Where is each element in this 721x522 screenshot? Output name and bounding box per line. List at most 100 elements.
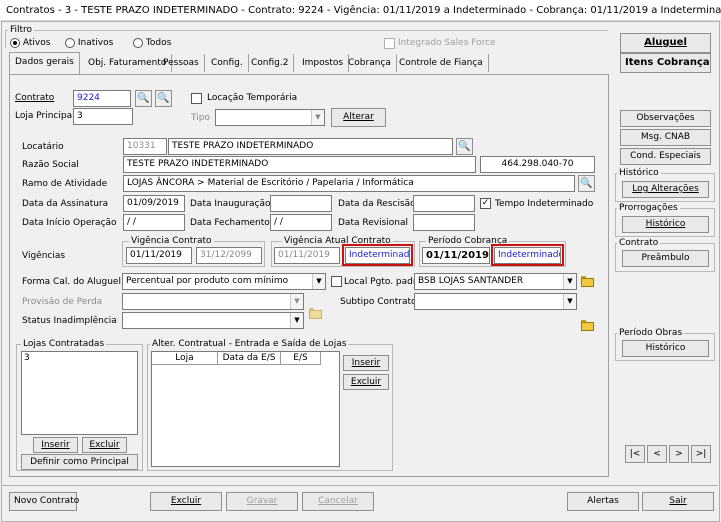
folder-icon[interactable] bbox=[308, 307, 322, 319]
observacoes-button[interactable]: Observações bbox=[620, 110, 711, 127]
lojas-contratadas-title: Lojas Contratadas bbox=[21, 338, 107, 350]
periodo-obras-historico-button[interactable]: Histórico bbox=[622, 340, 709, 357]
radio-inativos[interactable]: Inativos bbox=[65, 36, 113, 50]
radio-todos-indicator[interactable] bbox=[133, 37, 143, 48]
local-pgto-checkbox[interactable] bbox=[331, 276, 342, 287]
tipo-label: Tipo bbox=[191, 113, 210, 123]
loja-principal-input[interactable]: 3 bbox=[73, 108, 133, 125]
ramo-atividade-input[interactable]: LOJAS ÂNCORA > Material de Escritório / … bbox=[123, 175, 575, 192]
integrado-sales-force-checkbox[interactable] bbox=[384, 38, 395, 49]
locacao-temporaria-checkbox[interactable] bbox=[191, 93, 202, 104]
excluir-button[interactable]: Excluir bbox=[150, 492, 222, 511]
historico-group-title: Histórico bbox=[617, 167, 661, 179]
data-fechamento-label: Data Fechamento bbox=[190, 218, 270, 228]
last-record-icon: >| bbox=[695, 449, 707, 459]
locacao-temporaria-label: Locação Temporária bbox=[207, 93, 298, 103]
subtipo-contrato-select[interactable]: ▼ bbox=[414, 293, 577, 310]
lojas-contratadas-list[interactable]: 3 bbox=[21, 351, 138, 435]
tab-cobranca[interactable]: Cobrança bbox=[343, 54, 397, 72]
novo-contrato-button[interactable]: Novo Contrato bbox=[9, 492, 79, 511]
column-header-data-es[interactable]: Data da E/S bbox=[218, 352, 281, 365]
folder-icon[interactable] bbox=[580, 275, 594, 287]
vigencias-label: Vigências bbox=[22, 251, 66, 261]
excluir-loja-button[interactable]: Excluir bbox=[82, 437, 127, 453]
alertas-button[interactable]: Alertas bbox=[567, 492, 639, 511]
vigencia-atual-fim[interactable]: Indeterminado bbox=[345, 247, 410, 264]
radio-todos[interactable]: Todos bbox=[133, 36, 171, 50]
excluir-alter-button[interactable]: Excluir bbox=[343, 374, 389, 390]
chevron-down-icon[interactable]: ▼ bbox=[312, 274, 325, 289]
data-inauguracao-input[interactable] bbox=[270, 195, 332, 212]
alterar-label: Alterar bbox=[343, 112, 374, 122]
radio-ativos[interactable]: Ativos bbox=[10, 36, 50, 50]
chevron-down-icon[interactable]: ▼ bbox=[563, 274, 576, 289]
log-alteracoes-button[interactable]: Log Alterações bbox=[622, 181, 709, 198]
itens-cobranca-button[interactable]: Itens Cobrança bbox=[620, 53, 711, 73]
data-revisional-input[interactable] bbox=[413, 214, 475, 231]
integrado-sales-force-label: Integrado Sales Force bbox=[398, 38, 496, 48]
data-fechamento-input[interactable]: / / bbox=[270, 214, 332, 231]
inserir-loja-button[interactable]: Inserir bbox=[33, 437, 78, 453]
prev-record-button[interactable]: < bbox=[647, 445, 667, 463]
binoculars-icon[interactable]: 🔍 bbox=[456, 138, 473, 155]
alterar-button[interactable]: Alterar bbox=[331, 108, 386, 127]
periodo-cobranca-inicio[interactable]: 01/11/2019 bbox=[422, 247, 490, 264]
locatario-code-input[interactable]: 10331 bbox=[123, 138, 167, 155]
data-rescisao-input[interactable] bbox=[413, 195, 475, 212]
msg-cnab-button[interactable]: Msg. CNAB bbox=[620, 129, 711, 146]
gravar-button[interactable]: Gravar bbox=[226, 492, 298, 511]
vigencia-contrato-title: Vigência Contrato bbox=[129, 235, 214, 247]
chevron-down-icon[interactable]: ▼ bbox=[311, 110, 324, 125]
prorrogacoes-group-title: Prorrogações bbox=[617, 202, 680, 214]
folder-icon[interactable] bbox=[580, 319, 594, 331]
vigencia-contrato-fim[interactable]: 31/12/2099 bbox=[196, 247, 262, 264]
aluguel-button[interactable]: Aluguel bbox=[620, 33, 711, 53]
locatario-name-input[interactable]: TESTE PRAZO INDETERMINADO bbox=[168, 138, 453, 155]
chevron-down-icon[interactable]: ▼ bbox=[290, 294, 303, 309]
column-header-loja[interactable]: Loja bbox=[152, 352, 218, 365]
definir-principal-button[interactable]: Definir como Principal bbox=[21, 454, 138, 470]
binoculars-icon[interactable]: 🔍 bbox=[578, 175, 595, 192]
tipo-select[interactable]: ▼ bbox=[215, 109, 325, 126]
alter-contratual-table[interactable]: Loja Data da E/S E/S bbox=[151, 351, 340, 467]
cond-especiais-button[interactable]: Cond. Especiais bbox=[620, 148, 711, 165]
list-item[interactable]: 3 bbox=[22, 352, 137, 364]
razao-social-input[interactable]: TESTE PRAZO INDETERMINADO bbox=[123, 156, 476, 173]
preambulo-button[interactable]: Preâmbulo bbox=[622, 250, 709, 267]
tab-dados-gerais[interactable]: Dados gerais bbox=[9, 52, 80, 74]
data-inicio-operacao-input[interactable]: / / bbox=[123, 214, 185, 231]
prorrogacoes-historico-button[interactable]: Histórico bbox=[622, 216, 709, 233]
radio-ativos-indicator[interactable] bbox=[10, 37, 20, 48]
cpf-input[interactable]: 464.298.040-70 bbox=[480, 156, 595, 173]
tempo-indeterminado-checkbox[interactable]: ✓ bbox=[480, 198, 491, 209]
local-pgto-select[interactable]: BSB LOJAS SANTANDER ▼ bbox=[414, 273, 577, 290]
column-header-es[interactable]: E/S bbox=[281, 352, 321, 365]
aluguel-label: Aluguel bbox=[644, 37, 687, 48]
data-assinatura-input[interactable]: 01/09/2019 bbox=[123, 195, 185, 212]
tab-config2[interactable]: Config.2 bbox=[246, 54, 295, 72]
tab-impostos[interactable]: Impostos bbox=[297, 54, 350, 72]
status-inadimplencia-select[interactable]: ▼ bbox=[122, 312, 304, 329]
tab-controle-fianca[interactable]: Controle de Fiança bbox=[394, 54, 489, 72]
radio-inativos-indicator[interactable] bbox=[65, 37, 75, 48]
sair-button[interactable]: Sair bbox=[642, 492, 714, 511]
next-record-button[interactable]: > bbox=[669, 445, 689, 463]
filtro-title: Filtro bbox=[8, 24, 35, 36]
cancelar-button[interactable]: Cancelar bbox=[302, 492, 374, 511]
forma-calc-select[interactable]: Percentual por produto com mínimo ▼ bbox=[122, 273, 326, 290]
first-record-button[interactable]: |< bbox=[625, 445, 645, 463]
tab-pessoas[interactable]: Pessoas bbox=[158, 54, 205, 72]
last-record-button[interactable]: >| bbox=[691, 445, 711, 463]
chevron-down-icon[interactable]: ▼ bbox=[563, 294, 576, 309]
vigencia-atual-inicio[interactable]: 01/11/2019 bbox=[274, 247, 340, 264]
binoculars-icon[interactable]: 🔍 bbox=[135, 90, 152, 107]
chevron-down-icon[interactable]: ▼ bbox=[290, 313, 303, 328]
vigencia-contrato-inicio[interactable]: 01/11/2019 bbox=[126, 247, 192, 264]
periodo-cobranca-fim[interactable]: Indeterminado bbox=[494, 247, 561, 264]
binoculars-all-icon[interactable]: 🔍 bbox=[155, 90, 172, 107]
contrato-label: Contrato bbox=[15, 93, 55, 103]
contrato-input[interactable]: 9224 bbox=[73, 90, 131, 107]
tab-config[interactable]: Config. bbox=[206, 54, 249, 72]
inserir-alter-button[interactable]: Inserir bbox=[343, 355, 389, 371]
provisao-perda-select[interactable]: ▼ bbox=[122, 293, 304, 310]
